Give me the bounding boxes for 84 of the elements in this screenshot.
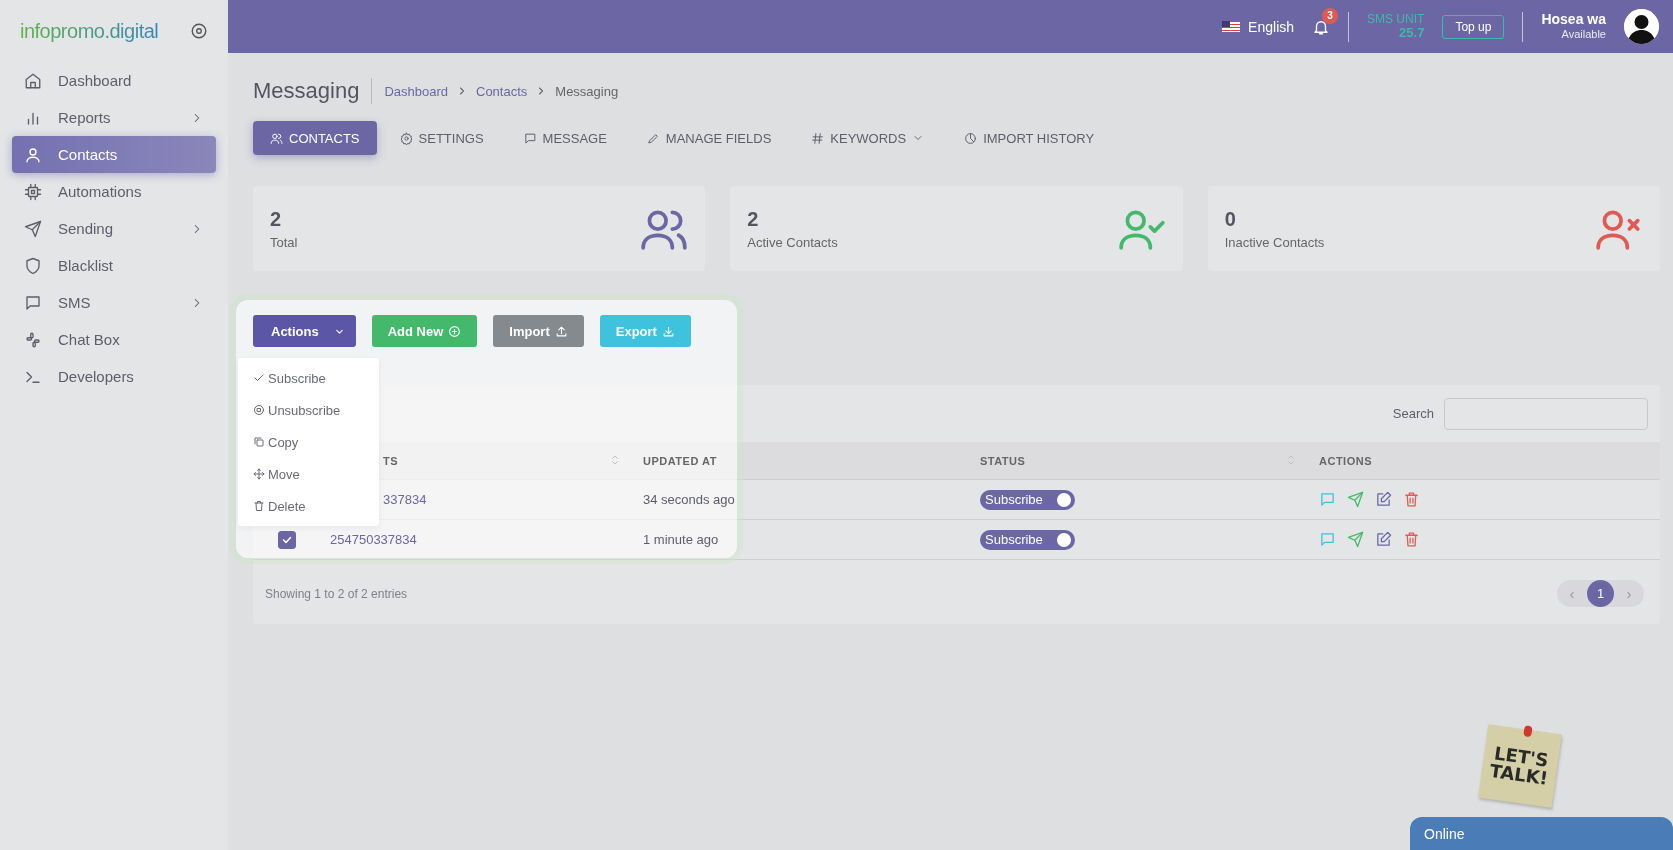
- breadcrumb-link[interactable]: Contacts: [476, 83, 528, 99]
- sidebar-item[interactable]: Contacts: [12, 136, 216, 173]
- users-icon: [270, 131, 283, 145]
- user-status: Available: [1561, 28, 1606, 43]
- download-icon: [661, 324, 675, 338]
- toolbar-button[interactable]: Actions: [253, 315, 356, 347]
- sidebar-item[interactable]: Dashboard: [12, 62, 216, 99]
- sidebar-item[interactable]: Chat Box: [12, 321, 216, 358]
- pie-chart-icon: [964, 131, 978, 145]
- chat-bubble-icon: [1319, 531, 1336, 548]
- target-icon: [190, 22, 208, 40]
- chat-bubble-icon: [24, 293, 42, 312]
- tab[interactable]: MESSAGE: [506, 121, 624, 155]
- paper-plane-icon: [1347, 531, 1364, 548]
- sidebar-item[interactable]: Developers: [12, 358, 216, 395]
- menu-item[interactable]: Unsubscribe: [238, 394, 379, 426]
- trash-icon: [1403, 491, 1420, 508]
- avatar-icon[interactable]: [1624, 9, 1659, 44]
- edit-icon: [1375, 491, 1392, 508]
- top-up-button[interactable]: Top up: [1442, 14, 1505, 39]
- search-label: Search: [1392, 406, 1434, 421]
- column-header[interactable]: STATUS: [963, 442, 1302, 480]
- user-icon: [24, 145, 42, 164]
- home-icon: [24, 71, 42, 90]
- paper-plane-icon: [24, 219, 42, 238]
- tab[interactable]: KEYWORDS: [794, 121, 942, 155]
- check-icon: [253, 372, 265, 384]
- edit-icon: [1375, 531, 1392, 548]
- chat-bubble-icon: [523, 131, 537, 145]
- hash-icon: [811, 131, 825, 145]
- menu-item[interactable]: Subscribe: [238, 362, 379, 394]
- stat-label: Inactive Contacts: [1224, 234, 1325, 250]
- contact-link[interactable]: 254750337834: [330, 532, 417, 547]
- lets-talk-sticker[interactable]: LET'S TALK!: [1478, 724, 1562, 808]
- sidebar-item[interactable]: Sending: [12, 210, 216, 247]
- updated-at-cell: 34 seconds ago: [643, 492, 735, 507]
- tab[interactable]: SETTINGS: [382, 121, 501, 155]
- stat-value: 0: [1224, 207, 1237, 231]
- menu-item[interactable]: Delete: [238, 490, 379, 522]
- shield-icon: [24, 256, 42, 275]
- status-toggle[interactable]: Subscribe: [980, 489, 1075, 510]
- breadcrumb-current: Messaging: [555, 83, 619, 99]
- notification-badge: 3: [1322, 7, 1339, 24]
- contact-link[interactable]: 337834: [383, 492, 427, 507]
- tab[interactable]: CONTACTS: [253, 121, 377, 155]
- sms-unit-value: 25.7: [1399, 25, 1425, 41]
- column-header[interactable]: UPDATED AT: [626, 442, 963, 480]
- search-field[interactable]: [1444, 397, 1648, 430]
- move-icon: [253, 468, 265, 480]
- trash-icon: [1403, 531, 1420, 548]
- entries-info: Showing 1 to 2 of 2 entries: [265, 586, 408, 601]
- sidebar-item[interactable]: Blacklist: [12, 247, 216, 284]
- breadcrumb-link[interactable]: Dashboard: [384, 83, 448, 99]
- chat-status-bar[interactable]: Online: [1410, 817, 1673, 850]
- plus-circle-icon: [448, 324, 462, 338]
- sidebar-item[interactable]: SMS: [12, 284, 216, 321]
- chip-icon: [24, 182, 42, 201]
- language-selector[interactable]: English: [1222, 18, 1295, 35]
- stat-label: Active Contacts: [747, 234, 838, 250]
- page-button[interactable]: 1: [1587, 580, 1614, 607]
- trash-icon: [253, 500, 265, 512]
- tab[interactable]: MANAGE FIELDS: [629, 121, 789, 155]
- user-name: Hosea wa: [1541, 10, 1606, 29]
- stop-circle-icon: [253, 404, 265, 416]
- upload-icon: [554, 324, 568, 338]
- stat-label: Total: [270, 234, 298, 250]
- gear-icon: [399, 131, 413, 145]
- sidebar-item[interactable]: Reports: [12, 99, 216, 136]
- flag-icon: [1222, 21, 1241, 32]
- paper-plane-icon: [1347, 491, 1364, 508]
- toolbar-button[interactable]: Import: [493, 315, 584, 347]
- status-toggle[interactable]: Subscribe: [980, 529, 1075, 550]
- column-header[interactable]: ACTIONS: [1302, 442, 1660, 480]
- stat-value: 2: [270, 207, 283, 231]
- row-checkbox[interactable]: [278, 530, 296, 549]
- updated-at-cell: 1 minute ago: [643, 532, 719, 547]
- tab[interactable]: IMPORT HISTORY: [947, 121, 1112, 155]
- sms-unit-label: SMS UNIT: [1367, 12, 1425, 26]
- page-title: Messaging: [253, 78, 373, 104]
- pencil-icon: [646, 131, 660, 145]
- copy-icon: [253, 436, 265, 448]
- chat-bubble-icon: [1319, 491, 1336, 508]
- stat-value: 2: [747, 207, 760, 231]
- sidebar-item[interactable]: Automations: [12, 173, 216, 210]
